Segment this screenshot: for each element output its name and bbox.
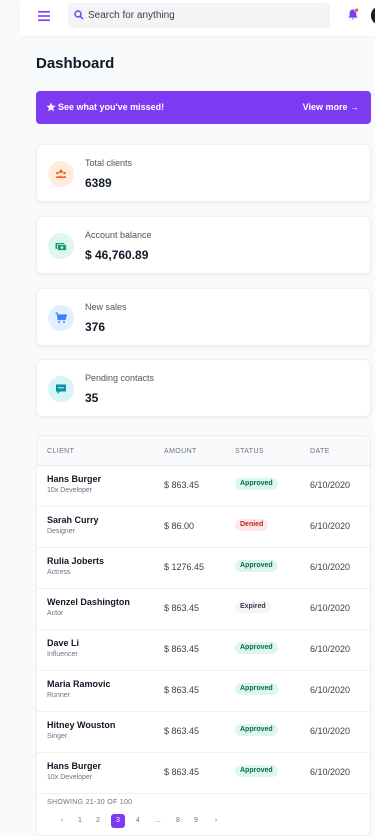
client-role: Actress	[47, 569, 71, 576]
card-label: Pending contacts	[85, 373, 155, 383]
client-role: 10x Developer	[47, 487, 93, 494]
status-badge: Approved	[235, 683, 278, 695]
star-icon	[46, 102, 56, 112]
table-row[interactable]: Hans Burger 10x Developer $ 863.45 Appro…	[37, 466, 370, 507]
card-new-sales: New sales 376	[36, 288, 371, 346]
page-button[interactable]: 1	[73, 814, 87, 828]
table-row[interactable]: Wenzel Dashington Actor $ 863.45 Expired…	[37, 589, 370, 630]
cart-icon	[48, 305, 74, 331]
client-name: Hitney Wouston	[47, 720, 116, 730]
table-footer: SHOWING 21-30 OF 100 ‹ 1 2 3 4 ... 8 9 ›	[37, 794, 370, 835]
status-badge: Approved	[235, 478, 278, 490]
page-ellipsis: ...	[155, 817, 161, 824]
table-row[interactable]: Dave Li Influencer $ 863.45 Approved 6/1…	[37, 630, 370, 671]
status-badge: Approved	[235, 765, 278, 777]
users-icon	[48, 161, 74, 187]
header-status: STATUS	[235, 448, 264, 455]
table-row[interactable]: Sarah Curry Designer $ 86.00 Denied 6/10…	[37, 507, 370, 548]
date-cell: 6/10/2020	[310, 562, 351, 572]
card-value: 6389	[85, 176, 112, 190]
chat-icon	[48, 376, 74, 402]
page-button[interactable]: 2	[91, 814, 105, 828]
date-cell: 6/10/2020	[310, 726, 351, 736]
amount-cell: $ 86.00	[164, 521, 195, 531]
date-cell: 6/10/2020	[310, 603, 351, 613]
amount-cell: $ 1276.45	[164, 562, 205, 572]
missed-banner[interactable]: See what you've missed! View more →	[36, 91, 371, 124]
table-header: CLIENT AMOUNT STATUS DATE	[37, 436, 370, 466]
showing-count: SHOWING 21-30 OF 100	[47, 799, 133, 806]
card-label: Total clients	[85, 158, 133, 168]
client-role: Influencer	[47, 651, 78, 658]
client-name: Hans Burger	[47, 761, 102, 771]
client-name: Dave Li	[47, 638, 80, 648]
cash-icon	[48, 233, 74, 259]
top-bar	[20, 0, 375, 36]
view-more-link[interactable]: View more →	[303, 102, 359, 112]
page-button[interactable]: 4	[131, 814, 145, 828]
card-value: $ 46,760.89	[85, 248, 149, 262]
clients-table: CLIENT AMOUNT STATUS DATE Hans Burger 10…	[36, 435, 371, 836]
client-role: 10x Developer	[47, 774, 93, 781]
client-role: Designer	[47, 528, 76, 535]
card-total-clients: Total clients 6389	[36, 144, 371, 202]
status-badge: Approved	[235, 560, 278, 572]
status-badge: Approved	[235, 724, 278, 736]
amount-cell: $ 863.45	[164, 685, 200, 695]
prev-page-button[interactable]: ‹	[55, 814, 69, 828]
client-name: Hans Burger	[47, 474, 102, 484]
card-account-balance: Account balance $ 46,760.89	[36, 216, 371, 274]
date-cell: 6/10/2020	[310, 521, 351, 531]
amount-cell: $ 863.45	[164, 480, 200, 490]
notification-bell-icon[interactable]	[347, 8, 359, 21]
next-page-button[interactable]: ›	[209, 814, 223, 828]
amount-cell: $ 863.45	[164, 767, 200, 777]
header-client: CLIENT	[47, 448, 75, 455]
table-row[interactable]: Rulia Joberts Actress $ 1276.45 Approved…	[37, 548, 370, 589]
client-name: Rulia Joberts	[47, 556, 105, 566]
page-title: Dashboard	[36, 55, 115, 72]
status-badge: Expired	[235, 601, 271, 613]
page-button-active[interactable]: 3	[111, 814, 125, 828]
client-name: Sarah Curry	[47, 515, 99, 525]
client-name: Wenzel Dashington	[47, 597, 130, 607]
status-badge: Approved	[235, 642, 278, 654]
client-role: Singer	[47, 733, 68, 740]
page-button[interactable]: 9	[189, 814, 203, 828]
client-role: Actor	[47, 610, 64, 617]
card-value: 376	[85, 320, 106, 334]
date-cell: 6/10/2020	[310, 767, 351, 777]
card-pending-contacts: Pending contacts 35	[36, 359, 371, 417]
amount-cell: $ 863.45	[164, 644, 200, 654]
banner-message: See what you've missed!	[58, 102, 165, 112]
card-label: New sales	[85, 302, 127, 312]
header-date: DATE	[310, 448, 330, 455]
header-amount: AMOUNT	[164, 448, 197, 455]
card-value: 35	[85, 391, 99, 405]
amount-cell: $ 863.45	[164, 726, 200, 736]
date-cell: 6/10/2020	[310, 480, 351, 490]
date-cell: 6/10/2020	[310, 685, 351, 695]
avatar[interactable]	[371, 6, 375, 25]
table-row[interactable]: Hitney Wouston Singer $ 863.45 Approved …	[37, 712, 370, 753]
table-row[interactable]: Hans Burger 10x Developer $ 863.45 Appro…	[37, 753, 370, 794]
client-name: Maria Ramovic	[47, 679, 111, 689]
status-badge: Denied	[235, 519, 269, 531]
amount-cell: $ 863.45	[164, 603, 200, 613]
date-cell: 6/10/2020	[310, 644, 351, 654]
client-role: Runner	[47, 692, 70, 699]
page-button[interactable]: 8	[171, 814, 185, 828]
card-label: Account balance	[85, 230, 152, 240]
search-icon	[74, 10, 84, 20]
table-row[interactable]: Maria Ramovic Runner $ 863.45 Approved 6…	[37, 671, 370, 712]
search-input[interactable]	[68, 3, 330, 28]
menu-icon[interactable]	[38, 10, 50, 22]
